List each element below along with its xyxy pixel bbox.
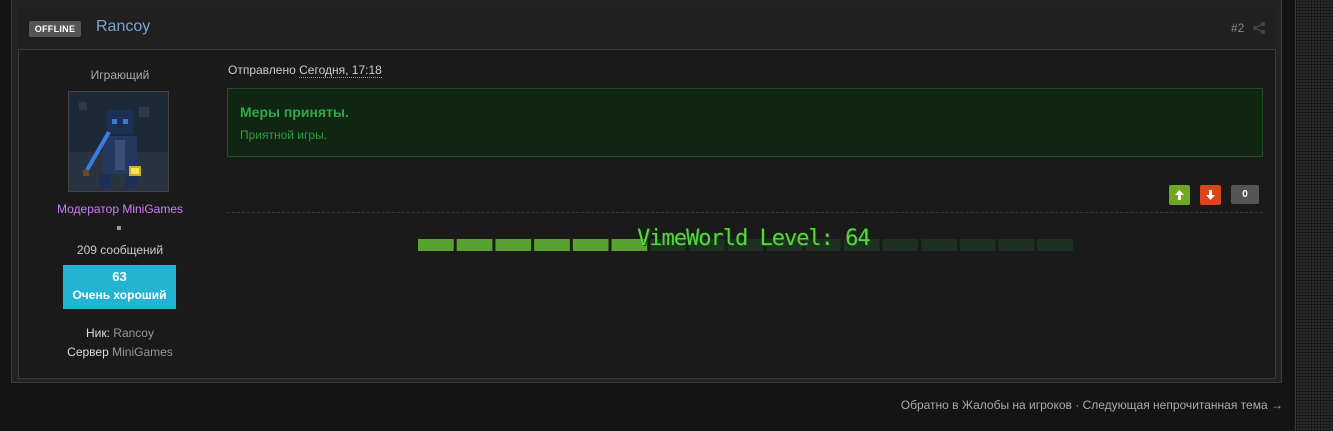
level-segment-empty	[998, 239, 1035, 251]
vote-up-button[interactable]	[1169, 185, 1190, 205]
next-unread-topic-link[interactable]: Следующая непрочитанная тема	[1083, 398, 1268, 412]
level-segment-empty	[882, 239, 919, 251]
nick-label: Ник:	[86, 326, 110, 340]
level-segment-filled	[534, 239, 570, 251]
user-server-line: Сервер MiniGames	[19, 345, 221, 359]
level-segment-filled	[418, 239, 454, 251]
user-nick-line: Ник: Rancoy	[19, 326, 221, 340]
page-side-rail	[1295, 0, 1333, 431]
post-timestamp: Отправлено Сегодня, 17:18	[228, 63, 382, 78]
arrow-down-icon	[1206, 190, 1215, 200]
reputation-value: 63	[112, 269, 127, 284]
level-segment-empty	[1037, 239, 1073, 251]
user-role: Модератор MiniGames	[56, 202, 184, 216]
back-to-forum-link[interactable]: Обратно в Жалобы на игроков	[901, 398, 1072, 412]
level-text: VimeWorld Level: 64	[637, 226, 871, 251]
nick-value: Rancoy	[113, 326, 154, 340]
reputation-label: Очень хороший	[72, 288, 167, 302]
sent-date: Сегодня, 17:18	[299, 63, 382, 78]
status-badge: OFFLINE	[29, 21, 81, 37]
separator-dot	[117, 226, 121, 230]
level-segment-empty	[959, 239, 996, 251]
post-number-link[interactable]: #2	[1231, 21, 1244, 35]
vote-down-button[interactable]	[1200, 185, 1221, 205]
signature-divider	[227, 212, 1263, 213]
message-title: Меры приняты.	[240, 104, 349, 120]
vote-count: 0	[1231, 185, 1259, 204]
footer-navigation: Обратно в Жалобы на игроков · Следующая …	[901, 398, 1283, 412]
next-arrow-icon: →	[1271, 398, 1283, 412]
level-segment-filled	[495, 239, 532, 251]
avatar-image	[69, 92, 168, 191]
user-message-count: 209 сообщений	[76, 243, 164, 257]
sent-prefix: Отправлено	[228, 63, 296, 77]
server-label: Сервер	[67, 345, 109, 359]
post-author-username[interactable]: Rancoy	[96, 18, 150, 36]
footer-separator: ·	[1075, 398, 1080, 412]
post-header	[18, 8, 1276, 50]
message-body: Приятной игры.	[240, 128, 328, 142]
level-segment-empty	[921, 239, 957, 251]
user-rank-title: Играющий	[90, 68, 150, 82]
avatar[interactable]	[68, 91, 169, 192]
arrow-up-icon	[1175, 190, 1184, 200]
reputation-badge[interactable]: 63 Очень хороший	[63, 265, 176, 309]
level-segment-filled	[456, 239, 493, 251]
level-segment-filled	[572, 239, 609, 251]
post-message-box: Меры приняты. Приятной игры.	[227, 88, 1263, 157]
user-info-sidebar: Играющий Модератор MiniGames 209 сообщен…	[19, 51, 221, 378]
share-icon[interactable]	[1252, 21, 1266, 35]
server-value: MiniGames	[112, 345, 173, 359]
